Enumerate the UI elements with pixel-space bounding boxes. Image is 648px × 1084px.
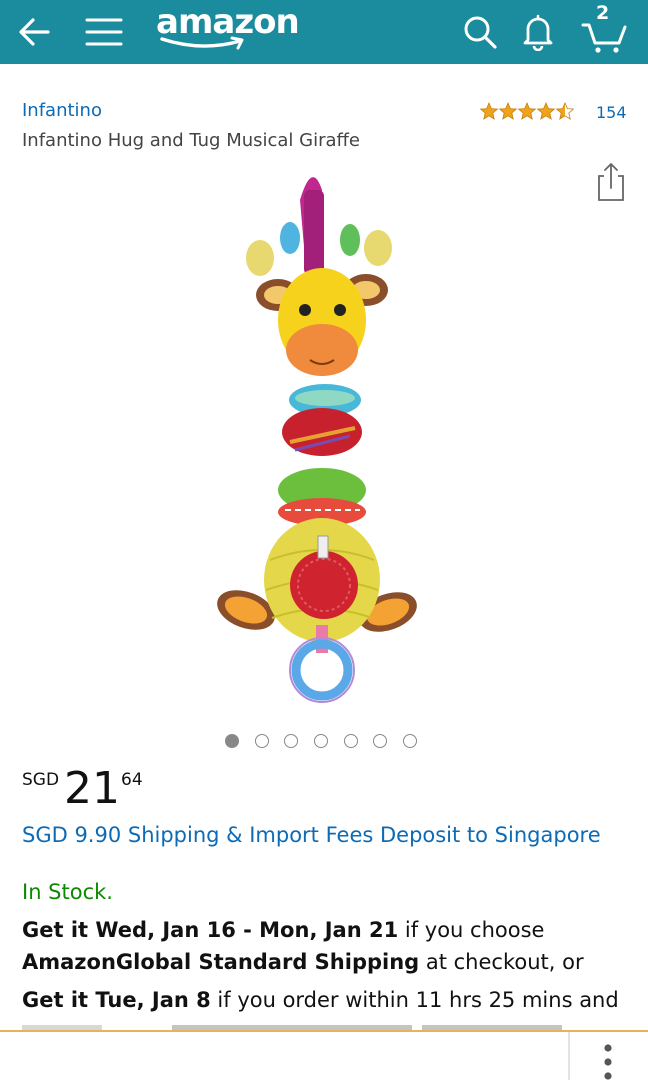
divider — [568, 1032, 570, 1080]
star-rating[interactable] — [480, 101, 576, 125]
bottom-bar — [0, 1032, 648, 1080]
amazon-logo[interactable]: amazon — [154, 2, 300, 58]
delivery-date-standard: Get it Wed, Jan 16 - Mon, Jan 21 — [22, 918, 399, 942]
share-icon[interactable] — [594, 160, 628, 202]
top-nav-bar: amazon 2 — [0, 0, 648, 64]
star-icon — [499, 102, 517, 120]
menu-icon[interactable] — [78, 6, 130, 58]
delivery-date-priority: Get it Tue, Jan 8 — [22, 988, 211, 1012]
shipping-fees-link[interactable]: SGD 9.90 Shipping & Import Fees Deposit … — [22, 823, 601, 847]
delivery-text: at checkout, or — [419, 950, 584, 974]
shipping-method: AmazonGlobal Standard Shipping — [22, 950, 420, 974]
review-count-link[interactable]: 154 — [596, 103, 627, 122]
product-title: Infantino Hug and Tug Musical Giraffe — [22, 130, 361, 151]
carousel-dot[interactable] — [284, 734, 299, 748]
star-icon — [480, 102, 498, 120]
carousel-dot[interactable] — [343, 734, 358, 748]
price-fraction: 64 — [121, 770, 143, 790]
price-whole: 21 — [64, 763, 120, 814]
product-image[interactable] — [200, 160, 450, 705]
delivery-line-2: AmazonGlobal Standard Shipping at checko… — [22, 950, 584, 974]
more-options-icon[interactable] — [590, 1040, 626, 1080]
delivery-line-1: Get it Wed, Jan 16 - Mon, Jan 21 if you … — [22, 918, 544, 942]
delivery-text: if you choose — [398, 918, 545, 942]
back-arrow-icon[interactable] — [8, 6, 60, 58]
search-icon[interactable] — [454, 6, 506, 58]
star-icon — [518, 102, 536, 120]
carousel-dot[interactable] — [314, 734, 329, 748]
bell-icon[interactable] — [512, 6, 564, 58]
star-icon — [537, 102, 555, 120]
carousel-dot[interactable] — [403, 734, 418, 748]
carousel-dot[interactable] — [225, 734, 239, 748]
availability-status: In Stock. — [22, 880, 113, 904]
carousel-dot[interactable] — [373, 734, 388, 748]
cart-count-badge: 2 — [596, 2, 610, 24]
delivery-text: if you order within 11 hrs 25 mins and — [210, 988, 619, 1012]
price-currency: SGD — [22, 770, 60, 790]
delivery-line-3: Get it Tue, Jan 8 if you order within 11… — [22, 988, 619, 1012]
logo-smile-icon — [160, 36, 244, 50]
carousel-dot[interactable] — [254, 734, 269, 748]
half-star-icon — [556, 102, 574, 120]
brand-link[interactable]: Infantino — [22, 100, 102, 121]
image-carousel-dots — [225, 734, 433, 752]
cut-off-text — [22, 1016, 622, 1030]
